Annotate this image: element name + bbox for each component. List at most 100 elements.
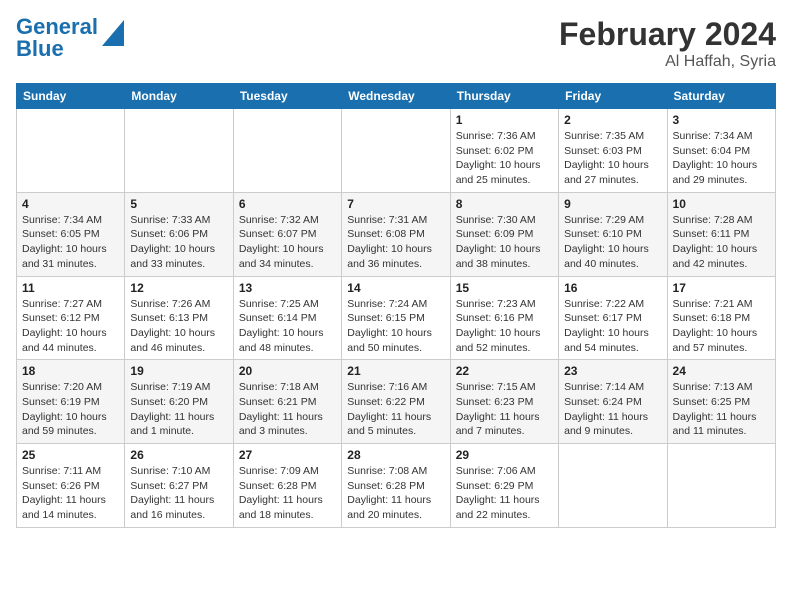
day-number: 1: [456, 113, 553, 127]
day-number: 26: [130, 448, 227, 462]
day-info: Sunrise: 7:08 AM Sunset: 6:28 PM Dayligh…: [347, 464, 444, 523]
day-number: 19: [130, 364, 227, 378]
day-info: Sunrise: 7:19 AM Sunset: 6:20 PM Dayligh…: [130, 380, 227, 439]
calendar-cell: [559, 444, 667, 528]
day-number: 16: [564, 281, 661, 295]
day-info: Sunrise: 7:36 AM Sunset: 6:02 PM Dayligh…: [456, 129, 553, 188]
calendar-cell: 1 Sunrise: 7:36 AM Sunset: 6:02 PM Daylig…: [450, 109, 558, 193]
calendar-cell: [667, 444, 775, 528]
calendar-week-row: 25 Sunrise: 7:11 AM Sunset: 6:26 PM Dayli…: [17, 444, 776, 528]
page-header: General Blue February 2024 Al Haffah, Sy…: [16, 16, 776, 71]
calendar-cell: 21 Sunrise: 7:16 AM Sunset: 6:22 PM Dayli…: [342, 360, 450, 444]
logo: General Blue: [16, 16, 124, 60]
day-of-week-header: Monday: [125, 84, 233, 109]
day-number: 2: [564, 113, 661, 127]
calendar-cell: 3Sunrise: 7:34 AM Sunset: 6:04 PM Daylig…: [667, 109, 775, 193]
calendar-cell: 26 Sunrise: 7:10 AM Sunset: 6:27 PM Dayli…: [125, 444, 233, 528]
title-area: February 2024 Al Haffah, Syria: [559, 16, 776, 71]
calendar-cell: 18 Sunrise: 7:20 AM Sunset: 6:19 PM Dayli…: [17, 360, 125, 444]
calendar-cell: 25 Sunrise: 7:11 AM Sunset: 6:26 PM Dayli…: [17, 444, 125, 528]
day-info: Sunrise: 7:09 AM Sunset: 6:28 PM Dayligh…: [239, 464, 336, 523]
calendar-cell: [125, 109, 233, 193]
day-number: 8: [456, 197, 553, 211]
day-info: Sunrise: 7:06 AM Sunset: 6:29 PM Dayligh…: [456, 464, 553, 523]
day-info: Sunrise: 7:25 AM Sunset: 6:14 PM Dayligh…: [239, 297, 336, 356]
day-info: Sunrise: 7:11 AM Sunset: 6:26 PM Dayligh…: [22, 464, 119, 523]
calendar-cell: 2 Sunrise: 7:35 AM Sunset: 6:03 PM Daylig…: [559, 109, 667, 193]
calendar-week-row: 18 Sunrise: 7:20 AM Sunset: 6:19 PM Dayli…: [17, 360, 776, 444]
day-info: Sunrise: 7:13 AM Sunset: 6:25 PM Dayligh…: [673, 380, 770, 439]
day-info: Sunrise: 7:35 AM Sunset: 6:03 PM Dayligh…: [564, 129, 661, 188]
day-of-week-header: Wednesday: [342, 84, 450, 109]
day-number: 18: [22, 364, 119, 378]
day-info: Sunrise: 7:27 AM Sunset: 6:12 PM Dayligh…: [22, 297, 119, 356]
logo-blue: Blue: [16, 36, 64, 61]
day-number: 27: [239, 448, 336, 462]
calendar-cell: 5 Sunrise: 7:33 AM Sunset: 6:06 PM Daylig…: [125, 192, 233, 276]
day-number: 21: [347, 364, 444, 378]
day-number: 17: [673, 281, 770, 295]
calendar-cell: 20Sunrise: 7:18 AM Sunset: 6:21 PM Dayli…: [233, 360, 341, 444]
calendar-cell: 10 Sunrise: 7:28 AM Sunset: 6:11 PM Dayli…: [667, 192, 775, 276]
day-of-week-header: Friday: [559, 84, 667, 109]
day-info: Sunrise: 7:28 AM Sunset: 6:11 PM Dayligh…: [673, 213, 770, 272]
day-number: 28: [347, 448, 444, 462]
calendar-cell: 16 Sunrise: 7:22 AM Sunset: 6:17 PM Dayli…: [559, 276, 667, 360]
location-subtitle: Al Haffah, Syria: [559, 53, 776, 71]
logo-text: General Blue: [16, 16, 98, 60]
calendar-cell: [233, 109, 341, 193]
day-number: 4: [22, 197, 119, 211]
day-info: Sunrise: 7:10 AM Sunset: 6:27 PM Dayligh…: [130, 464, 227, 523]
calendar-cell: 28 Sunrise: 7:08 AM Sunset: 6:28 PM Dayli…: [342, 444, 450, 528]
calendar-cell: 27 Sunrise: 7:09 AM Sunset: 6:28 PM Dayli…: [233, 444, 341, 528]
day-number: 23: [564, 364, 661, 378]
month-year-title: February 2024: [559, 16, 776, 53]
day-number: 5: [130, 197, 227, 211]
day-info: Sunrise: 7:16 AM Sunset: 6:22 PM Dayligh…: [347, 380, 444, 439]
day-number: 15: [456, 281, 553, 295]
day-number: 14: [347, 281, 444, 295]
calendar-cell: 12 Sunrise: 7:26 AM Sunset: 6:13 PM Dayli…: [125, 276, 233, 360]
calendar-cell: 9 Sunrise: 7:29 AM Sunset: 6:10 PM Daylig…: [559, 192, 667, 276]
calendar-table: SundayMondayTuesdayWednesdayThursdayFrid…: [16, 83, 776, 528]
calendar-cell: 24 Sunrise: 7:13 AM Sunset: 6:25 PM Dayli…: [667, 360, 775, 444]
day-info: Sunrise: 7:33 AM Sunset: 6:06 PM Dayligh…: [130, 213, 227, 272]
calendar-cell: 22 Sunrise: 7:15 AM Sunset: 6:23 PM Dayli…: [450, 360, 558, 444]
calendar-week-row: 1 Sunrise: 7:36 AM Sunset: 6:02 PM Daylig…: [17, 109, 776, 193]
day-info: Sunrise: 7:34 AM Sunset: 6:05 PM Dayligh…: [22, 213, 119, 272]
day-info: Sunrise: 7:30 AM Sunset: 6:09 PM Dayligh…: [456, 213, 553, 272]
calendar-cell: [17, 109, 125, 193]
day-info: Sunrise: 7:34 AM Sunset: 6:04 PM Dayligh…: [673, 129, 770, 188]
day-number: 13: [239, 281, 336, 295]
day-number: 10: [673, 197, 770, 211]
day-info: Sunrise: 7:26 AM Sunset: 6:13 PM Dayligh…: [130, 297, 227, 356]
day-of-week-header: Saturday: [667, 84, 775, 109]
day-number: 6: [239, 197, 336, 211]
day-number: 29: [456, 448, 553, 462]
day-info: Sunrise: 7:14 AM Sunset: 6:24 PM Dayligh…: [564, 380, 661, 439]
day-info: Sunrise: 7:29 AM Sunset: 6:10 PM Dayligh…: [564, 213, 661, 272]
calendar-cell: 17Sunrise: 7:21 AM Sunset: 6:18 PM Dayli…: [667, 276, 775, 360]
calendar-cell: 4 Sunrise: 7:34 AM Sunset: 6:05 PM Daylig…: [17, 192, 125, 276]
day-info: Sunrise: 7:20 AM Sunset: 6:19 PM Dayligh…: [22, 380, 119, 439]
day-number: 22: [456, 364, 553, 378]
day-number: 24: [673, 364, 770, 378]
day-number: 9: [564, 197, 661, 211]
day-info: Sunrise: 7:31 AM Sunset: 6:08 PM Dayligh…: [347, 213, 444, 272]
day-number: 12: [130, 281, 227, 295]
calendar-cell: 6Sunrise: 7:32 AM Sunset: 6:07 PM Daylig…: [233, 192, 341, 276]
calendar-cell: 15Sunrise: 7:23 AM Sunset: 6:16 PM Dayli…: [450, 276, 558, 360]
calendar-header-row: SundayMondayTuesdayWednesdayThursdayFrid…: [17, 84, 776, 109]
day-info: Sunrise: 7:15 AM Sunset: 6:23 PM Dayligh…: [456, 380, 553, 439]
day-number: 20: [239, 364, 336, 378]
day-number: 11: [22, 281, 119, 295]
calendar-cell: [342, 109, 450, 193]
day-of-week-header: Sunday: [17, 84, 125, 109]
day-number: 7: [347, 197, 444, 211]
logo-icon: [102, 20, 124, 46]
calendar-week-row: 4 Sunrise: 7:34 AM Sunset: 6:05 PM Daylig…: [17, 192, 776, 276]
calendar-cell: 8 Sunrise: 7:30 AM Sunset: 6:09 PM Daylig…: [450, 192, 558, 276]
day-info: Sunrise: 7:22 AM Sunset: 6:17 PM Dayligh…: [564, 297, 661, 356]
day-number: 25: [22, 448, 119, 462]
day-info: Sunrise: 7:24 AM Sunset: 6:15 PM Dayligh…: [347, 297, 444, 356]
